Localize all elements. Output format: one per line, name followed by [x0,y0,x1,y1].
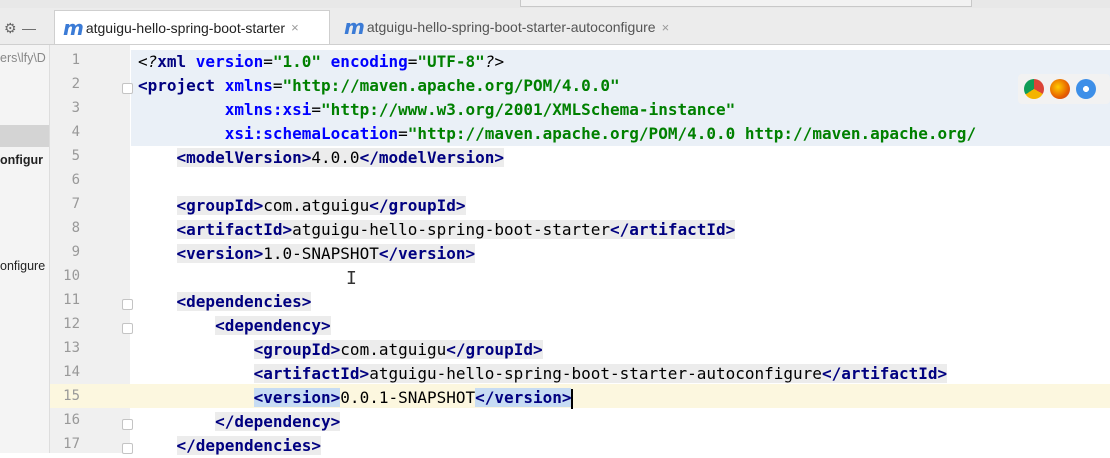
project-panel: ers\lfy\D onfigur onfigure [0,45,50,453]
code-line-8[interactable]: <artifactId>atguigu-hello-spring-boot-st… [138,218,736,242]
code-line-15[interactable]: <version>0.0.1-SNAPSHOT</version> [138,386,574,410]
code-line-4[interactable]: xsi:schemaLocation="http://maven.apache.… [138,122,976,146]
close-icon[interactable]: × [291,20,299,35]
tab-label: atguigu-hello-spring-boot-starter [85,19,286,36]
open-in-browser-bar [1018,74,1110,104]
code-line-14[interactable]: <artifactId>atguigu-hello-spring-boot-st… [138,362,948,386]
line-number: 16 [63,412,80,428]
tree-item-autoconfigure[interactable]: onfigur [0,153,43,167]
tree-item-autoconfigure-2[interactable]: onfigure [0,259,45,273]
settings-icon[interactable]: ⚙ [4,20,17,37]
safari-icon[interactable] [1076,79,1096,99]
chrome-icon[interactable] [1024,79,1044,99]
fold-marker[interactable] [122,443,133,454]
line-number: 1 [71,52,80,68]
text-caret [571,388,574,409]
fold-marker[interactable] [122,419,133,430]
fold-marker[interactable] [122,323,133,334]
line-number: 13 [63,340,80,356]
fold-marker[interactable] [122,299,133,310]
fold-marker[interactable] [122,83,133,94]
firefox-icon[interactable] [1050,79,1070,99]
line-number: 4 [71,124,80,140]
line-number: 12 [63,316,80,332]
line-number: 15 [63,388,80,404]
search-box-edge [520,0,972,7]
tab-starter-pom[interactable]: m atguigu-hello-spring-boot-starter × [54,10,330,44]
line-number: 9 [71,244,80,260]
line-number: 10 [63,268,80,284]
tab-label: atguigu-hello-spring-boot-starter-autoco… [366,19,656,35]
code-line-16[interactable]: </dependency> [138,410,341,434]
code-line-5[interactable]: <modelVersion>4.0.0</modelVersion> [138,146,505,170]
code-line-17[interactable]: </dependencies> [138,434,322,458]
mouse-ibeam-cursor: I [346,268,357,289]
close-icon[interactable]: × [662,20,670,35]
line-number: 17 [63,436,80,452]
line-number: 6 [71,172,80,188]
line-number: 2 [71,76,80,92]
code-line-7[interactable]: <groupId>com.atguigu</groupId> [138,194,466,218]
line-number: 7 [71,196,80,212]
line-number: 11 [63,292,80,308]
code-line-12[interactable]: <dependency> [138,314,331,338]
code-line-3[interactable]: xmlns:xsi="http://www.w3.org/2001/XMLSch… [138,98,736,122]
maven-icon: m [63,15,84,40]
line-number: 14 [63,364,80,380]
code-line-1[interactable]: <?xml version="1.0" encoding="UTF-8"?> [138,50,504,74]
selected-row [0,125,49,147]
code-line-13[interactable]: <groupId>com.atguigu</groupId> [138,338,543,362]
project-path[interactable]: ers\lfy\D [0,51,46,65]
editor-tab-bar: ⚙ — m atguigu-hello-spring-boot-starter … [0,8,1110,45]
maven-icon: m [344,15,365,39]
tab-autoconfigure-pom[interactable]: m atguigu-hello-spring-boot-starter-auto… [336,10,718,44]
code-line-9[interactable]: <version>1.0-SNAPSHOT</version> [138,242,476,266]
line-number: 5 [71,148,80,164]
minimize-icon[interactable]: — [22,20,36,36]
line-number: 3 [71,100,80,116]
code-line-11[interactable]: <dependencies> [138,290,312,314]
line-number: 8 [71,220,80,236]
window-top-strip [0,0,1110,8]
code-line-2[interactable]: <project xmlns="http://maven.apache.org/… [138,74,620,98]
